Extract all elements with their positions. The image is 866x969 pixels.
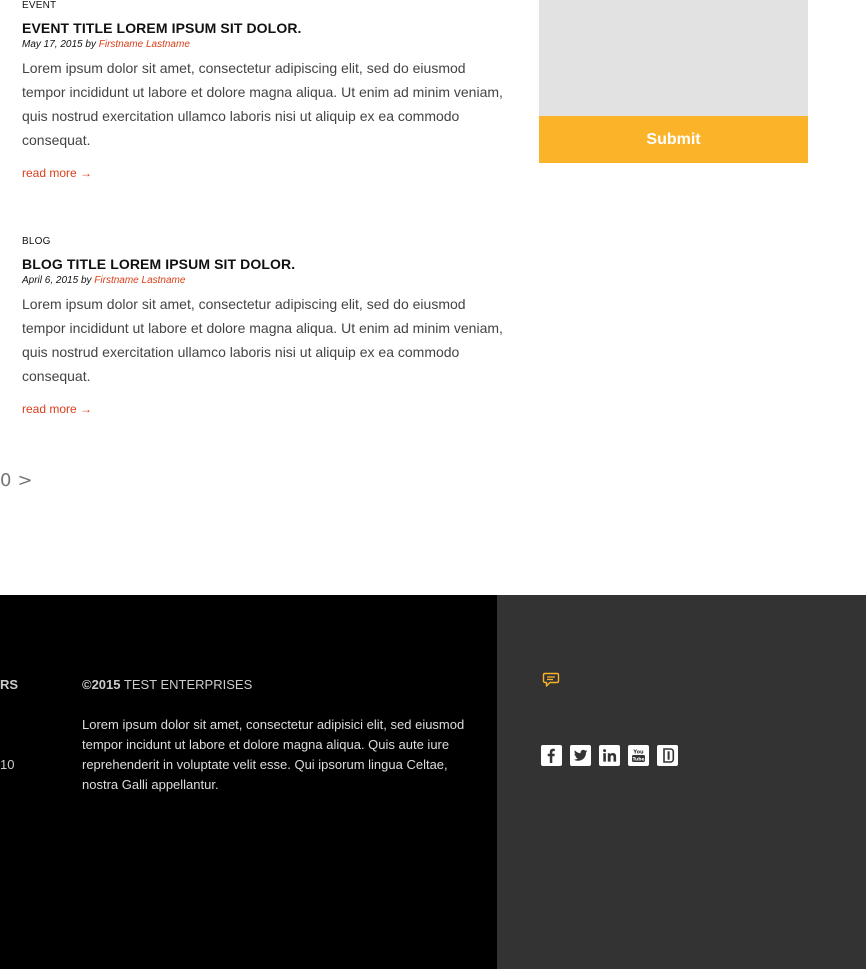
chat-bubble-icon[interactable] [542, 671, 560, 689]
post-category: BLOG [22, 236, 51, 247]
post-author-link[interactable]: Firstname Lastname [99, 39, 190, 50]
copyright-year: ©2015 [82, 677, 121, 692]
footer-heading-fragment: RS [0, 677, 19, 692]
post-by: by [80, 275, 92, 286]
twitter-icon[interactable] [570, 745, 591, 766]
footer-text-fragment: 10 [0, 757, 15, 772]
footer-copyright: ©2015 TEST ENTERPRISES [82, 677, 252, 692]
post-category: EVENT [22, 0, 57, 11]
pagination: 0 > [0, 470, 33, 491]
blogger-icon[interactable] [657, 745, 678, 766]
post-meta: May 17, 2015 by Firstname Lastname [22, 39, 512, 50]
read-more-link[interactable]: read more → [22, 402, 92, 416]
post-by: by [85, 39, 96, 50]
post-blog: BLOG BLOG TITLE LOREM IPSUM SIT DOLOR. A… [22, 236, 512, 418]
svg-text:Tube: Tube [632, 756, 644, 762]
social-links: You Tube [541, 745, 678, 766]
message-textarea[interactable] [539, 0, 808, 116]
youtube-icon[interactable]: You Tube [628, 745, 649, 766]
pagination-next-icon[interactable]: > [17, 470, 32, 491]
post-excerpt: Lorem ipsum dolor sit amet, consectetur … [22, 296, 503, 384]
read-more-link[interactable]: read more → [22, 166, 92, 180]
post-event: EVENT EVENT TITLE LOREM IPSUM SIT DOLOR.… [22, 0, 512, 182]
linkedin-icon[interactable] [599, 745, 620, 766]
facebook-icon[interactable] [541, 745, 562, 766]
footer-description: Lorem ipsum dolor sit amet, consectetur … [82, 717, 465, 792]
post-meta: April 6, 2015 by Firstname Lastname [22, 275, 512, 286]
company-name: TEST ENTERPRISES [123, 677, 253, 692]
svg-text:You: You [632, 750, 644, 756]
post-date: April 6, 2015 [22, 275, 79, 286]
post-author-link[interactable]: Firstname Lastname [94, 275, 185, 286]
post-date: May 17, 2015 [22, 39, 83, 50]
post-excerpt: Lorem ipsum dolor sit amet, consectetur … [22, 60, 503, 148]
submit-button[interactable]: Submit [539, 116, 808, 163]
post-title[interactable]: EVENT TITLE LOREM IPSUM SIT DOLOR. [22, 20, 512, 36]
pagination-page-number[interactable]: 0 [0, 470, 11, 491]
post-title[interactable]: BLOG TITLE LOREM IPSUM SIT DOLOR. [22, 256, 512, 272]
footer-right-panel [497, 595, 866, 969]
